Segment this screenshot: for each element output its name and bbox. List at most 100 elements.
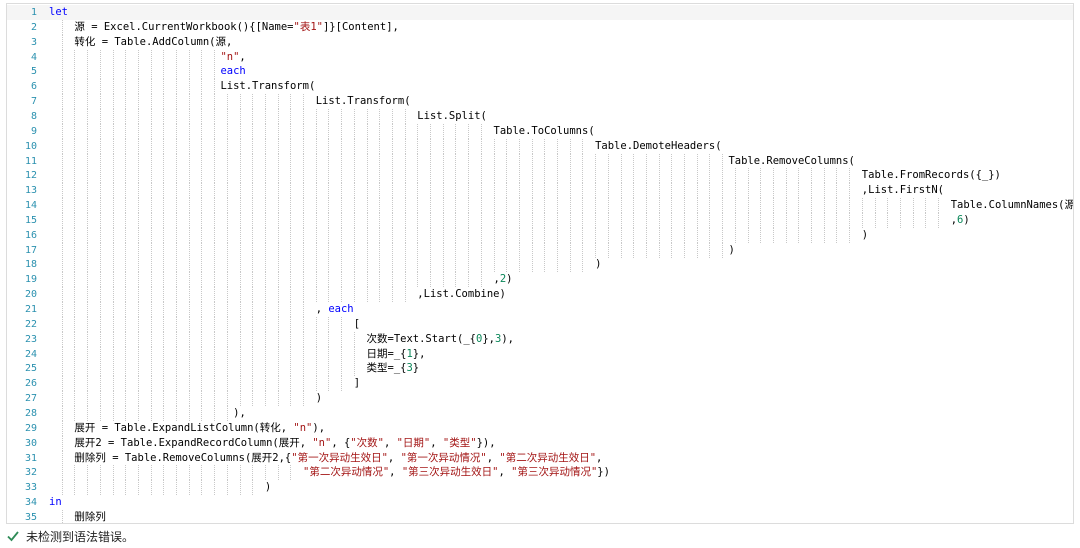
indent-guides bbox=[49, 198, 1049, 214]
check-icon bbox=[7, 531, 19, 542]
indent-guides bbox=[49, 138, 1049, 154]
code-line[interactable]: 17) bbox=[7, 242, 1073, 258]
line-number: 11 bbox=[24, 155, 37, 167]
code-line[interactable]: 22 [ bbox=[7, 316, 1073, 332]
code-line[interactable]: 20 ,List.Combine) bbox=[7, 287, 1073, 303]
code-line[interactable]: 27) bbox=[7, 391, 1073, 407]
code-line[interactable]: 4 "n", bbox=[7, 49, 1073, 65]
code-text: ,2) bbox=[493, 273, 513, 286]
code-line[interactable]: 23 次数=Text.Start(_{0},3), bbox=[7, 331, 1073, 347]
code-text: Table.DemoteHeaders( bbox=[595, 139, 722, 152]
code-line[interactable]: 18) bbox=[7, 257, 1073, 273]
code-text: Table.RemoveColumns( bbox=[728, 154, 855, 167]
code-text: each bbox=[220, 65, 246, 78]
code-text: 日期=_{1}, bbox=[366, 347, 426, 360]
line-number: 15 bbox=[24, 214, 37, 226]
indent-guides bbox=[49, 509, 1049, 523]
line-number: 19 bbox=[24, 274, 37, 286]
code-line[interactable]: 31 删除列 = Table.RemoveColumns(展开2,{"第一次异动生… bbox=[7, 450, 1073, 466]
indent-guides bbox=[49, 361, 1049, 377]
code-line[interactable]: 15 ,6) bbox=[7, 212, 1073, 228]
code-line[interactable]: 11 Table.RemoveColumns( bbox=[7, 153, 1073, 169]
line-number: 8 bbox=[30, 110, 37, 122]
indent-guides bbox=[49, 5, 1049, 20]
indent-guides bbox=[49, 108, 1049, 124]
code-text: ) bbox=[728, 243, 735, 256]
line-number: 23 bbox=[24, 333, 37, 345]
code-text: ,List.Combine) bbox=[417, 288, 506, 301]
code-text: [ bbox=[353, 317, 361, 330]
code-line[interactable]: 5 each bbox=[7, 64, 1073, 80]
indent-guides bbox=[49, 227, 1049, 243]
indent-guides bbox=[49, 287, 1049, 303]
line-number: 7 bbox=[30, 96, 37, 108]
code-line[interactable]: 13 ,List.FirstN( bbox=[7, 183, 1073, 199]
line-number: 28 bbox=[24, 407, 37, 419]
line-number: 35 bbox=[24, 511, 37, 523]
indent-guides bbox=[49, 212, 1049, 228]
line-number: 10 bbox=[24, 140, 37, 152]
line-number: 9 bbox=[30, 125, 37, 137]
code-line[interactable]: 19 ,2) bbox=[7, 272, 1073, 288]
code-line[interactable]: 28), bbox=[7, 405, 1073, 421]
line-number: 27 bbox=[24, 393, 37, 405]
line-number: 18 bbox=[24, 259, 37, 271]
code-line[interactable]: 24 日期=_{1}, bbox=[7, 346, 1073, 362]
indent-guides bbox=[49, 346, 1049, 362]
code-line[interactable]: 14 Table.ColumnNames(源) bbox=[7, 198, 1074, 214]
indent-guides bbox=[49, 272, 1049, 288]
code-text: 类型=_{3} bbox=[366, 362, 420, 375]
code-line[interactable]: 7 List.Transform( bbox=[7, 94, 1073, 110]
code-line[interactable]: 26] bbox=[7, 376, 1073, 392]
code-editor[interactable]: 1 let 2 源 = Excel.CurrentWorkbook(){[Name="… bbox=[6, 3, 1074, 524]
code-text: 删除列 = Table.RemoveColumns(展开2,{"第一次异动生效日… bbox=[74, 451, 603, 464]
code-line[interactable]: 25 类型=_{3} bbox=[7, 361, 1073, 377]
indent-guides bbox=[49, 316, 1049, 332]
line-number: 2 bbox=[30, 21, 37, 33]
code-line[interactable]: 6 List.Transform( bbox=[7, 79, 1073, 95]
code-line[interactable]: 1 let bbox=[7, 5, 1073, 20]
code-line[interactable]: 30 展开2 = Table.ExpandRecordColumn(展开, "n"… bbox=[7, 435, 1073, 451]
code-text: 展开2 = Table.ExpandRecordColumn(展开, "n", … bbox=[74, 436, 496, 449]
code-text: 次数=Text.Start(_{0},3), bbox=[366, 332, 514, 345]
code-line[interactable]: 34 in bbox=[7, 495, 1073, 510]
code-line[interactable]: 29 展开 = Table.ExpandListColumn(转化, "n"), bbox=[7, 420, 1073, 436]
code-text: ,6) bbox=[950, 213, 970, 226]
indent-guides bbox=[49, 49, 1049, 65]
indent-guides bbox=[49, 331, 1049, 347]
code-line[interactable]: 3 转化 = Table.AddColumn(源, bbox=[7, 34, 1073, 50]
code-line[interactable]: 10 Table.DemoteHeaders( bbox=[7, 138, 1073, 154]
code-text: ] bbox=[353, 377, 361, 390]
code-line[interactable]: 21 , each bbox=[7, 302, 1073, 317]
indent-guides bbox=[49, 495, 1049, 510]
code-text: let bbox=[49, 6, 68, 18]
indent-guides bbox=[49, 79, 1049, 95]
code-text: List.Split( bbox=[417, 109, 487, 122]
indent-guides bbox=[49, 153, 1049, 169]
code-text: 展开 = Table.ExpandListColumn(转化, "n"), bbox=[74, 421, 326, 434]
code-line[interactable]: 9 Table.ToColumns( bbox=[7, 123, 1073, 139]
code-text: Table.ColumnNames(源) bbox=[950, 199, 1074, 212]
code-text: 转化 = Table.AddColumn(源, bbox=[74, 35, 233, 48]
code-line[interactable]: 35 删除列 bbox=[7, 509, 1073, 523]
code-text: ,List.FirstN( bbox=[861, 184, 944, 197]
line-number: 30 bbox=[24, 437, 37, 449]
code-line[interactable]: 32 "第二次异动情况", "第三次异动生效日", "第三次异动情况"}) bbox=[7, 465, 1073, 481]
line-number: 31 bbox=[24, 452, 37, 464]
code-text: ) bbox=[315, 392, 323, 405]
line-number: 5 bbox=[30, 66, 37, 78]
line-number: 17 bbox=[24, 244, 37, 256]
code-line[interactable]: 12 Table.FromRecords({_}) bbox=[7, 168, 1073, 184]
code-text: List.Transform( bbox=[315, 95, 411, 108]
indent-guides bbox=[49, 302, 1049, 317]
line-number: 4 bbox=[30, 51, 37, 63]
code-line[interactable]: 2 源 = Excel.CurrentWorkbook(){[Name="表1"]… bbox=[7, 19, 1073, 35]
code-line[interactable]: 16) bbox=[7, 227, 1073, 243]
indent-guides bbox=[49, 94, 1049, 110]
code-line[interactable]: 33) bbox=[7, 480, 1073, 496]
indent-guides bbox=[49, 64, 1049, 80]
code-line[interactable]: 8 List.Split( bbox=[7, 108, 1073, 124]
code-text: 删除列 bbox=[74, 510, 106, 523]
line-number: 22 bbox=[24, 318, 37, 330]
line-number: 20 bbox=[24, 289, 37, 301]
